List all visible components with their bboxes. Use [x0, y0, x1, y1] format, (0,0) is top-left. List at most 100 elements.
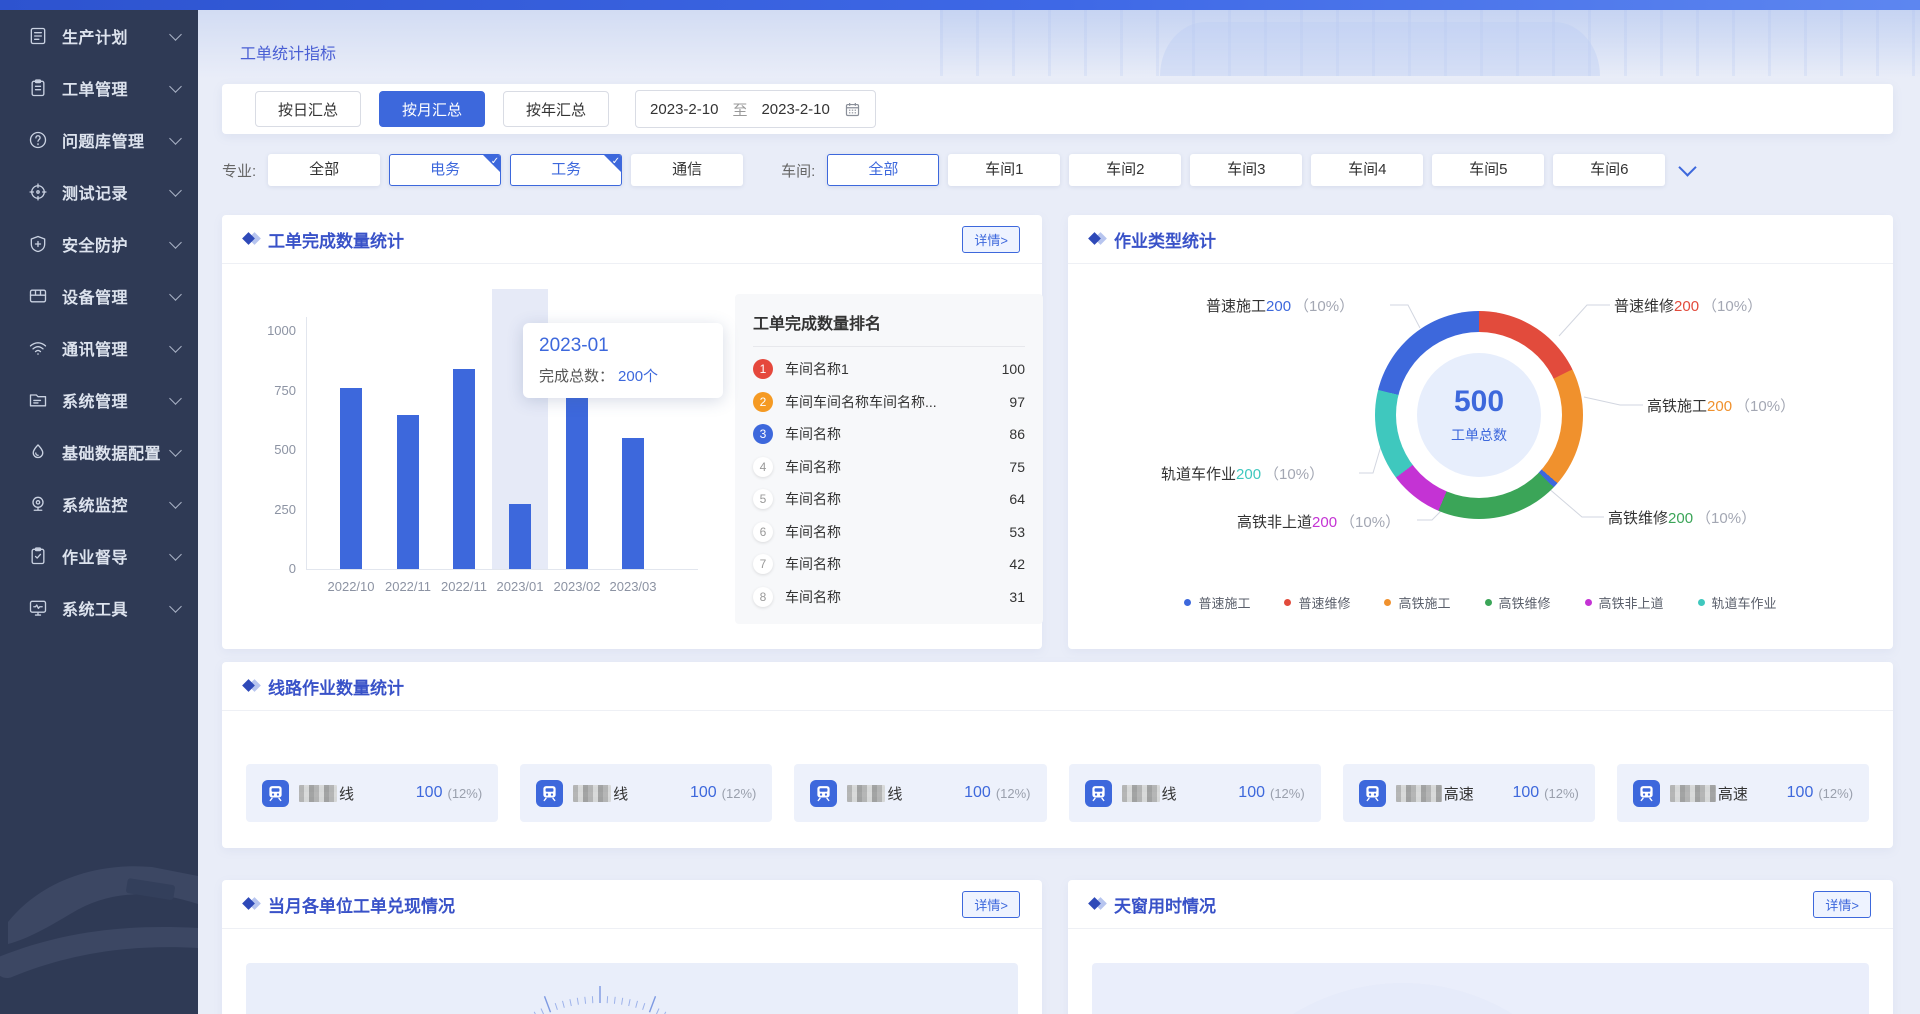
workshop-chip-3[interactable]: 车间2 — [1069, 154, 1181, 186]
major-chip-1[interactable]: 全部 — [268, 154, 380, 186]
supervise-icon — [28, 546, 48, 566]
major-chip-4[interactable]: 通信 — [631, 154, 743, 186]
callout-pct: （10%） — [1702, 298, 1762, 315]
y-tick-label: 250 — [236, 502, 296, 517]
bar-2023/03 — [622, 438, 644, 569]
expand-chevron-icon[interactable] — [1679, 158, 1697, 176]
donut-callout-普速施工: 普速施工200（10%） — [1206, 295, 1354, 316]
legend-item-普速维修[interactable]: 普速维修 — [1284, 593, 1350, 612]
callout-name: 普速施工 — [1206, 298, 1266, 315]
shield-icon — [28, 234, 48, 254]
sidebar-item-label: 基础数据配置 — [62, 440, 171, 464]
rank-badge: 1 — [753, 359, 773, 379]
clipboard-icon — [28, 78, 48, 98]
diamond-icon — [244, 680, 260, 692]
legend-item-高铁施工[interactable]: 高铁施工 — [1384, 593, 1450, 612]
window-time-card-header: 天窗用时情况 详情> — [1068, 880, 1893, 929]
legend-item-普速施工[interactable]: 普速施工 — [1184, 593, 1250, 612]
sidebar-item-6[interactable]: 设备管理 — [0, 270, 198, 322]
summary-tab-2[interactable]: 按月汇总 — [379, 91, 485, 127]
sidebar-item-1[interactable]: 生产计划 — [0, 10, 198, 62]
line-stat-item-3: 线100(12%) — [794, 764, 1046, 822]
ranking-row: 8车间名称31 — [753, 581, 1025, 614]
summary-tabs: 按日汇总按月汇总按年汇总 — [255, 91, 609, 127]
breadcrumb: 工单统计指标 — [240, 40, 336, 64]
workshop-chip-6[interactable]: 车间5 — [1432, 154, 1544, 186]
sidebar-nav: 生产计划工单管理问题库管理测试记录安全防护设备管理通讯管理系统管理基础数据配置系… — [0, 10, 198, 634]
y-tick-label: 500 — [236, 442, 296, 457]
legend-label: 普速施工 — [1198, 593, 1250, 612]
date-range-picker[interactable]: 2023-2-10 至 2023-2-10 — [635, 90, 876, 128]
legend-item-高铁非上道[interactable]: 高铁非上道 — [1585, 593, 1664, 612]
y-axis — [306, 317, 307, 569]
workshop-chip-4[interactable]: 车间3 — [1190, 154, 1302, 186]
sidebar-item-12[interactable]: 系统工具 — [0, 582, 198, 634]
rank-name: 车间名称 — [785, 424, 1001, 444]
major-chip-3[interactable]: 工务 — [510, 154, 622, 186]
fulfillment-detail-button[interactable]: 详情> — [962, 891, 1020, 918]
calendar-icon[interactable] — [844, 101, 861, 118]
sidebar-item-3[interactable]: 问题库管理 — [0, 114, 198, 166]
donut-callout-高铁维修: 高铁维修200（10%） — [1608, 507, 1756, 528]
workshop-chip-2[interactable]: 车间1 — [948, 154, 1060, 186]
ranking-row: 7车间名称42 — [753, 548, 1025, 581]
sidebar-item-10[interactable]: 系统监控 — [0, 478, 198, 530]
rank-value: 64 — [1009, 491, 1025, 507]
workshop-chip-5[interactable]: 车间4 — [1311, 154, 1423, 186]
rank-value: 100 — [1002, 361, 1025, 377]
sidebar-item-11[interactable]: 作业督导 — [0, 530, 198, 582]
sidebar-item-label: 生产计划 — [62, 24, 171, 48]
workshop-chip-7[interactable]: 车间6 — [1553, 154, 1665, 186]
date-end[interactable]: 2023-2-10 — [761, 101, 829, 118]
date-start[interactable]: 2023-2-10 — [650, 101, 718, 118]
window-time-card: 天窗用时情况 详情> — [1068, 880, 1893, 1014]
diamond-icon — [1090, 898, 1106, 910]
callout-value: 200 — [1266, 298, 1291, 315]
chart-tooltip: 2023-01 完成总数：200个 — [523, 323, 723, 398]
callout-pct: （10%） — [1735, 398, 1795, 415]
donut-ring: 500 工单总数 — [1375, 311, 1583, 519]
chevron-down-icon — [169, 80, 182, 93]
legend-item-高铁维修[interactable]: 高铁维修 — [1485, 593, 1551, 612]
line-value: 100 — [964, 784, 991, 802]
x-tick-label: 2023/03 — [593, 579, 673, 594]
rank-value: 86 — [1009, 426, 1025, 442]
summary-tab-3[interactable]: 按年汇总 — [503, 91, 609, 127]
summary-filter-bar: 按日汇总按月汇总按年汇总 2023-2-10 至 2023-2-10 — [222, 84, 1893, 134]
ranking-row: 4车间名称75 — [753, 451, 1025, 484]
summary-tab-1[interactable]: 按日汇总 — [255, 91, 361, 127]
rank-badge: 7 — [753, 554, 773, 574]
sidebar-item-label: 工单管理 — [62, 76, 171, 100]
line-name-suffix: 线 — [339, 783, 354, 804]
sidebar-item-5[interactable]: 安全防护 — [0, 218, 198, 270]
window-time-card-title: 天窗用时情况 — [1114, 892, 1813, 917]
rank-value: 75 — [1009, 459, 1025, 475]
sidebar-item-7[interactable]: 通讯管理 — [0, 322, 198, 374]
line-card-header: 线路作业数量统计 — [222, 662, 1893, 711]
tools-icon — [28, 598, 48, 618]
sidebar-item-2[interactable]: 工单管理 — [0, 62, 198, 114]
major-chip-group: 全部电务工务通信 — [268, 154, 743, 186]
sidebar-item-4[interactable]: 测试记录 — [0, 166, 198, 218]
callout-pct: （10%） — [1340, 514, 1400, 531]
line-value: 100 — [1787, 784, 1814, 802]
major-chip-2[interactable]: 电务 — [389, 154, 501, 186]
train-watermark — [0, 824, 198, 1014]
monitor-icon — [28, 494, 48, 514]
legend-item-轨道车作业[interactable]: 轨道车作业 — [1698, 593, 1777, 612]
train-icon — [1633, 780, 1660, 807]
chevron-down-icon — [169, 132, 182, 145]
window-time-detail-button[interactable]: 详情> — [1813, 891, 1871, 918]
sidebar-item-9[interactable]: 基础数据配置 — [0, 426, 198, 478]
workshop-chip-1[interactable]: 全部 — [827, 154, 939, 186]
donut-callout-高铁施工: 高铁施工200（10%） — [1647, 395, 1795, 416]
legend-label: 轨道车作业 — [1712, 593, 1777, 612]
sidebar-item-label: 系统工具 — [62, 596, 171, 620]
callout-pct: （10%） — [1264, 466, 1324, 483]
sidebar-item-8[interactable]: 系统管理 — [0, 374, 198, 426]
rank-badge: 5 — [753, 489, 773, 509]
censored-line-name — [1396, 785, 1442, 802]
header-banner — [198, 10, 1920, 78]
rank-badge: 8 — [753, 587, 773, 607]
tooltip-value-line: 完成总数：200个 — [539, 365, 707, 386]
